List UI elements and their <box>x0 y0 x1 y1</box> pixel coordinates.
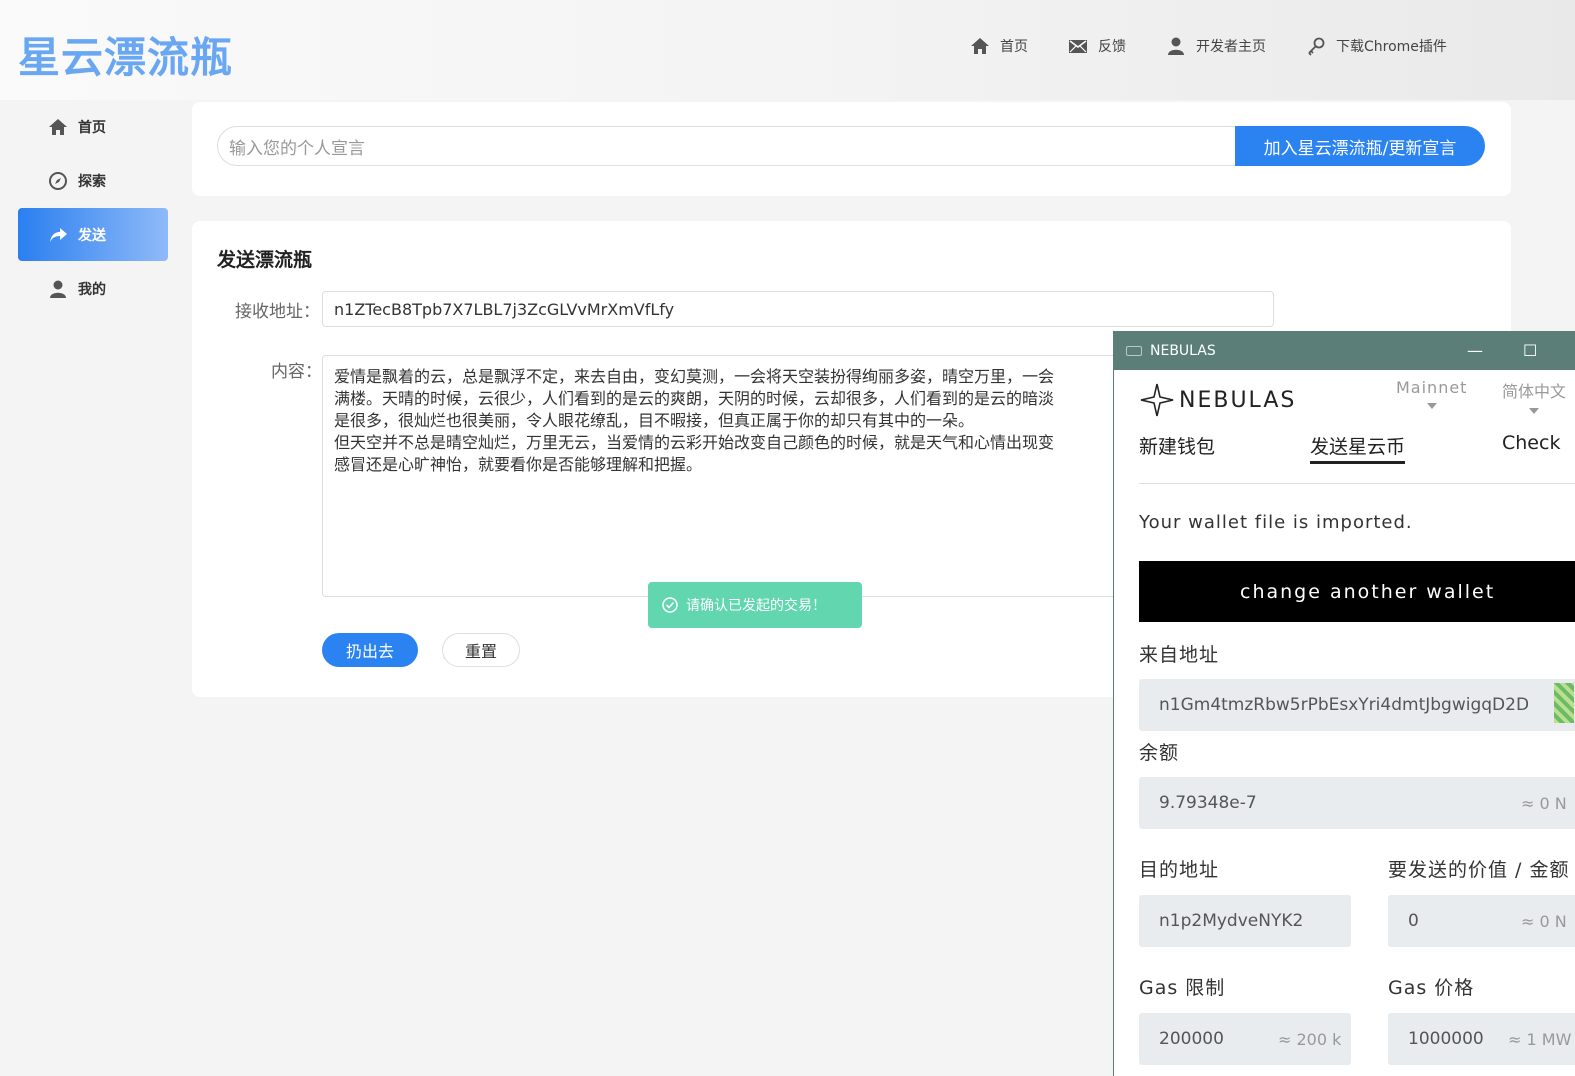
topnav-home-label: 首页 <box>1000 39 1028 55</box>
chevron-down-icon <box>1529 408 1539 414</box>
value-input[interactable]: 0 ≈ 0 N <box>1388 895 1575 947</box>
value-hint: ≈ 0 N <box>1521 911 1567 931</box>
sidebar: 首页 探索 发送 我的 <box>18 100 168 316</box>
throw-button[interactable]: 扔出去 <box>322 633 418 667</box>
sidebar-item-home[interactable]: 首页 <box>18 100 168 153</box>
window-title: NEBULAS <box>1150 342 1216 359</box>
gas-price-value: 1000000 <box>1408 1029 1484 1049</box>
content-label: 内容： <box>271 362 322 382</box>
change-wallet-button[interactable]: change another wallet <box>1139 561 1575 622</box>
from-address-field: n1Gm4tmzRbw5rPbEsxYri4dmtJbgwigqD2D <box>1139 679 1575 731</box>
tab-check[interactable]: Check <box>1502 432 1560 454</box>
top-nav: 首页 反馈 开发者主页 下载Chrome插件 <box>970 36 1487 56</box>
receiver-address-input[interactable]: n1ZTecB8Tpb7X7LBL7j3ZcGLVvMrXmVfLfy <box>322 291 1274 327</box>
divider <box>1139 483 1575 484</box>
sidebar-item-send[interactable]: 发送 <box>18 208 168 261</box>
home-icon <box>971 38 989 54</box>
tab-new-wallet[interactable]: 新建钱包 <box>1139 432 1215 459</box>
window-app-icon <box>1126 345 1142 356</box>
join-update-button[interactable]: 加入星云漂流瓶/更新宣言 <box>1235 126 1485 166</box>
maximize-button[interactable]: ☐ <box>1523 341 1537 360</box>
gas-limit-hint: ≈ 200 k <box>1278 1029 1342 1049</box>
balance-hint: ≈ 0 N <box>1521 793 1567 813</box>
topnav-developer[interactable]: 开发者主页 <box>1166 36 1266 56</box>
to-address-label: 目的地址 <box>1139 859 1220 881</box>
tab-send-nas[interactable]: 发送星云币 <box>1310 432 1406 464</box>
topnav-home[interactable]: 首页 <box>970 36 1028 56</box>
sidebar-item-label: 探索 <box>78 173 106 190</box>
key-icon <box>1308 37 1325 56</box>
mail-icon <box>1069 40 1087 53</box>
network-select[interactable]: Mainnet <box>1396 378 1467 409</box>
user-icon <box>50 280 66 298</box>
compass-icon <box>49 171 67 190</box>
reset-button[interactable]: 重置 <box>442 633 520 667</box>
nebulas-brand: NEBULAS <box>1179 387 1297 413</box>
home-icon <box>49 118 67 135</box>
topnav-download[interactable]: 下载Chrome插件 <box>1306 36 1447 56</box>
user-icon <box>1168 37 1184 55</box>
to-address-value: n1p2MydveNYK2 <box>1159 911 1304 931</box>
topnav-feedback-label: 反馈 <box>1098 39 1126 55</box>
balance-label: 余额 <box>1139 742 1180 764</box>
language-value: 简体中文 <box>1502 382 1567 401</box>
declaration-input[interactable]: 输入您的个人宣言 <box>217 126 1237 166</box>
sidebar-item-label: 首页 <box>78 119 106 136</box>
address-label: 接收地址： <box>235 302 320 322</box>
sidebar-item-label: 我的 <box>78 281 106 298</box>
value-label: 要发送的价值 / 金额 <box>1388 859 1570 881</box>
window-titlebar[interactable]: NEBULAS — ☐ <box>1114 331 1575 370</box>
page-title: 发送漂流瓶 <box>217 249 313 271</box>
chevron-down-icon <box>1426 403 1437 409</box>
nebulas-star-icon <box>1140 383 1174 417</box>
balance-field: 9.79348e-7 ≈ 0 N <box>1139 777 1575 829</box>
share-icon <box>50 227 67 242</box>
topnav-developer-label: 开发者主页 <box>1196 39 1266 55</box>
gas-limit-label: Gas 限制 <box>1139 977 1226 999</box>
topnav-feedback[interactable]: 反馈 <box>1068 36 1126 56</box>
confirm-toast: 请确认已发起的交易！ <box>648 582 862 628</box>
address-identicon <box>1554 683 1574 723</box>
to-address-input[interactable]: n1p2MydveNYK2 <box>1139 895 1351 947</box>
from-address-value: n1Gm4tmzRbw5rPbEsxYri4dmtJbgwigqD2D <box>1159 695 1530 715</box>
sidebar-item-label: 发送 <box>78 227 106 244</box>
site-logo[interactable]: 星云漂流瓶 <box>18 24 233 85</box>
gas-price-label: Gas 价格 <box>1388 977 1475 999</box>
nebulas-extension-window: NEBULAS — ☐ NEBULAS Mainnet 简体中文 新建钱包 发送… <box>1113 331 1575 1076</box>
header: 星云漂流瓶 首页 反馈 开发者主页 下载Chrome插件 <box>0 0 1575 100</box>
balance-value: 9.79348e-7 <box>1159 793 1257 813</box>
gas-price-hint: ≈ 1 MW <box>1508 1029 1572 1049</box>
sidebar-item-mine[interactable]: 我的 <box>18 262 168 315</box>
sidebar-item-explore[interactable]: 探索 <box>18 154 168 207</box>
value-value: 0 <box>1408 911 1419 931</box>
minimize-button[interactable]: — <box>1467 341 1483 360</box>
declaration-card: 输入您的个人宣言 加入星云漂流瓶/更新宣言 <box>192 102 1511 196</box>
language-select[interactable]: 简体中文 <box>1502 378 1566 414</box>
from-address-label: 来自地址 <box>1139 644 1220 666</box>
wallet-imported-message: Your wallet file is imported. <box>1139 512 1413 533</box>
gas-limit-value: 200000 <box>1159 1029 1224 1049</box>
check-circle-icon <box>662 597 678 613</box>
toast-text: 请确认已发起的交易！ <box>686 598 826 614</box>
gas-limit-input[interactable]: 200000 ≈ 200 k <box>1139 1013 1351 1065</box>
network-value: Mainnet <box>1396 378 1468 397</box>
nebulas-logo: NEBULAS <box>1139 382 1296 418</box>
gas-price-input[interactable]: 1000000 ≈ 1 MW <box>1388 1013 1575 1065</box>
topnav-download-label: 下载Chrome插件 <box>1336 39 1447 55</box>
